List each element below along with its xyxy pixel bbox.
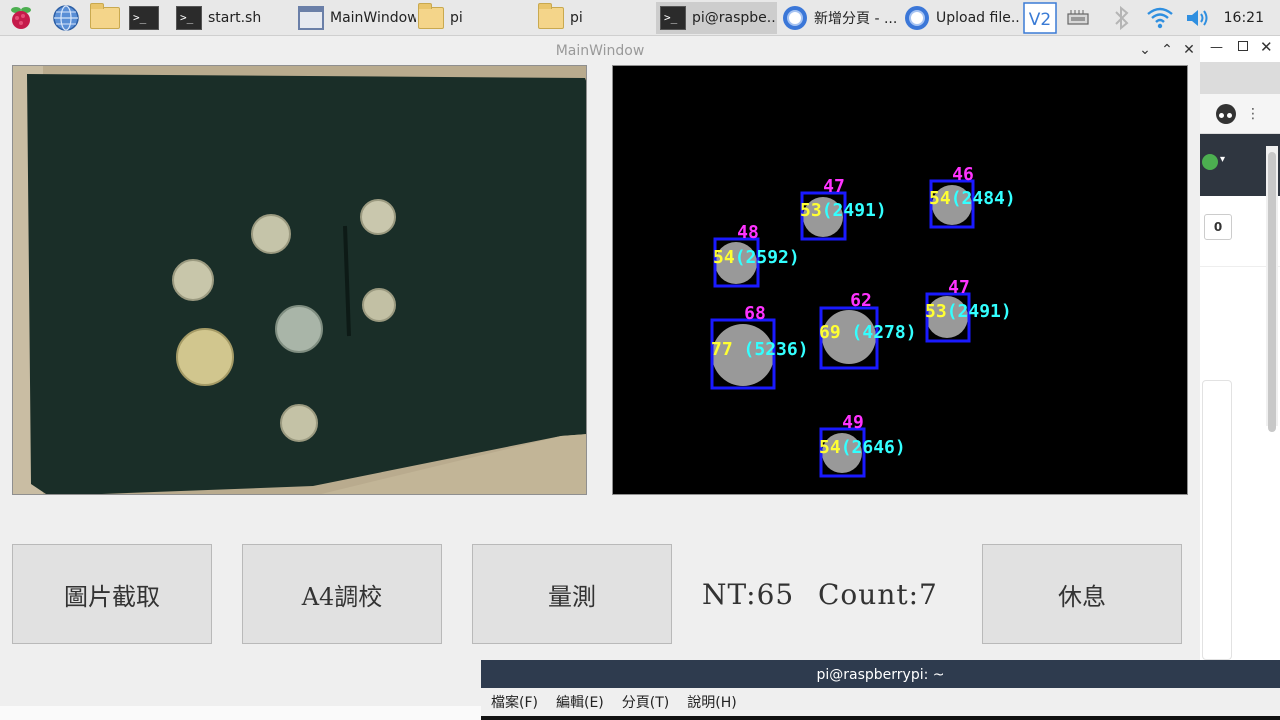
- terminal-icon: >_: [660, 5, 686, 31]
- title-bar[interactable]: MainWindow ⌄ ⌃ ✕: [0, 36, 1200, 64]
- camera-image: [13, 66, 586, 494]
- minimize-icon[interactable]: ⌄: [1137, 42, 1153, 58]
- task-label: pi@raspbe...: [692, 10, 777, 26]
- diameter-label: 47: [948, 277, 970, 298]
- folder-icon: [538, 3, 564, 31]
- coin-label: 54(2646): [819, 437, 906, 458]
- terminal-body[interactable]: [481, 716, 1280, 720]
- coin-detection: 47 53(2491): [800, 176, 887, 241]
- coin-label: 54(2484): [929, 188, 1016, 209]
- nt-readout: NT:65: [702, 577, 795, 611]
- browser-tabstrip: [1200, 62, 1280, 94]
- capture-image-button[interactable]: 圖片截取: [12, 544, 212, 644]
- measure-button[interactable]: 量測: [472, 544, 672, 644]
- incognito-icon[interactable]: [1216, 104, 1236, 124]
- close-icon[interactable]: ✕: [1181, 42, 1197, 58]
- task-label: Upload file...: [936, 10, 1020, 26]
- terminal-launcher-icon[interactable]: >_: [129, 3, 159, 33]
- dropdown-caret-icon[interactable]: ▾: [1220, 154, 1225, 165]
- coin-label: 53(2491): [800, 200, 887, 221]
- task-start-sh[interactable]: >_ start.sh: [172, 2, 292, 34]
- maximize-icon[interactable]: ⌃: [1159, 42, 1175, 58]
- terminal-icon: >_: [176, 5, 202, 31]
- task-mainwindow[interactable]: MainWindow: [294, 2, 416, 34]
- menu-help[interactable]: 說明(H): [687, 692, 736, 712]
- raspberry-menu-icon[interactable]: [6, 3, 36, 33]
- background-window-strip: [0, 706, 481, 720]
- task-chromium-upload[interactable]: Upload file...: [900, 2, 1020, 34]
- task-label: start.sh: [208, 10, 262, 26]
- menu-edit[interactable]: 編輯(E): [556, 692, 604, 712]
- task-folder-pi-2[interactable]: pi: [534, 2, 656, 34]
- more-menu-icon[interactable]: ⋮: [1246, 106, 1260, 122]
- diameter-label: 68: [744, 303, 766, 324]
- window-icon: [298, 5, 324, 31]
- vnc-icon[interactable]: V2: [1023, 2, 1057, 34]
- coin-label: 77 (5236): [711, 339, 809, 360]
- bluetooth-icon[interactable]: [1107, 3, 1137, 33]
- terminal-title[interactable]: pi@raspberrypi: ~: [481, 660, 1280, 688]
- diameter-label: 47: [823, 176, 845, 197]
- scrollbar[interactable]: [1266, 146, 1278, 432]
- diameter-label: 49: [842, 412, 864, 433]
- terminal-window: pi@raspberrypi: ~ 檔案(F) 編輯(E) 分頁(T) 說明(H…: [481, 660, 1280, 720]
- task-chromium-newtab[interactable]: 新增分頁 - ...: [778, 2, 900, 34]
- diameter-label: 46: [952, 164, 974, 185]
- a4-calibrate-button[interactable]: A4調校: [242, 544, 442, 644]
- window-title: MainWindow: [555, 43, 645, 59]
- chromium-icon: [782, 5, 808, 31]
- main-window: MainWindow ⌄ ⌃ ✕ 48 54(2592) 47 53(2491)…: [0, 36, 1200, 706]
- camera-view: [12, 65, 587, 495]
- close-icon[interactable]: ✕: [1260, 38, 1273, 56]
- browser-card: [1202, 380, 1232, 660]
- terminal-menubar: 檔案(F) 編輯(E) 分頁(T) 說明(H): [481, 688, 1280, 716]
- rest-button[interactable]: 休息: [982, 544, 1182, 644]
- diameter-label: 62: [850, 290, 872, 311]
- count-readout: Count:7: [818, 577, 938, 611]
- file-manager-icon[interactable]: [90, 3, 120, 33]
- coin-detection: 46 54(2484): [929, 164, 1016, 229]
- folder-icon: [418, 3, 444, 31]
- svg-text:V2: V2: [1029, 10, 1051, 30]
- coin-label: 54(2592): [713, 247, 800, 268]
- count-badge[interactable]: 0: [1204, 214, 1232, 240]
- coin-detection: 48 54(2592): [713, 222, 800, 288]
- task-label: pi: [450, 10, 463, 26]
- menu-file[interactable]: 檔案(F): [491, 692, 538, 712]
- wifi-icon[interactable]: [1145, 3, 1175, 33]
- plus-badge-icon[interactable]: [1202, 154, 1218, 170]
- task-label: 新增分頁 - ...: [814, 11, 898, 27]
- minimize-icon[interactable]: —: [1210, 40, 1223, 55]
- coin-detection: 47 53(2491): [925, 277, 1012, 343]
- coin-detection: 68 77 (5236): [710, 303, 809, 390]
- maximize-icon[interactable]: [1238, 41, 1248, 51]
- task-label: pi: [570, 10, 583, 26]
- detection-view: 48 54(2592) 47 53(2491) 46 54(2484) 68 7…: [612, 65, 1188, 495]
- task-folder-pi[interactable]: pi: [414, 2, 534, 34]
- volume-icon[interactable]: [1183, 3, 1213, 33]
- web-browser-icon[interactable]: [51, 3, 81, 33]
- coin-detection: 49 54(2646): [819, 412, 906, 478]
- detection-image: 48 54(2592) 47 53(2491) 46 54(2484) 68 7…: [710, 164, 1016, 478]
- diameter-label: 48: [737, 222, 759, 243]
- coin-detection: 62 69 (4278): [819, 290, 917, 370]
- browser-toolbar: ⋮: [1200, 94, 1280, 134]
- coin-label: 53(2491): [925, 301, 1012, 322]
- cpu-monitor-icon[interactable]: [1063, 3, 1093, 33]
- taskbar: >_ >_ start.sh MainWindow pi pi >_ pi@ra…: [0, 0, 1280, 36]
- clock[interactable]: 16:21: [1224, 0, 1264, 36]
- task-label: MainWindow: [330, 10, 416, 26]
- task-terminal-pi[interactable]: >_ pi@raspbe...: [656, 2, 777, 34]
- browser-window: — ✕ ⋮ ▾ 0: [1200, 36, 1280, 666]
- coin-label: 69 (4278): [819, 322, 917, 343]
- menu-tabs[interactable]: 分頁(T): [622, 692, 669, 712]
- chromium-icon: [904, 5, 930, 31]
